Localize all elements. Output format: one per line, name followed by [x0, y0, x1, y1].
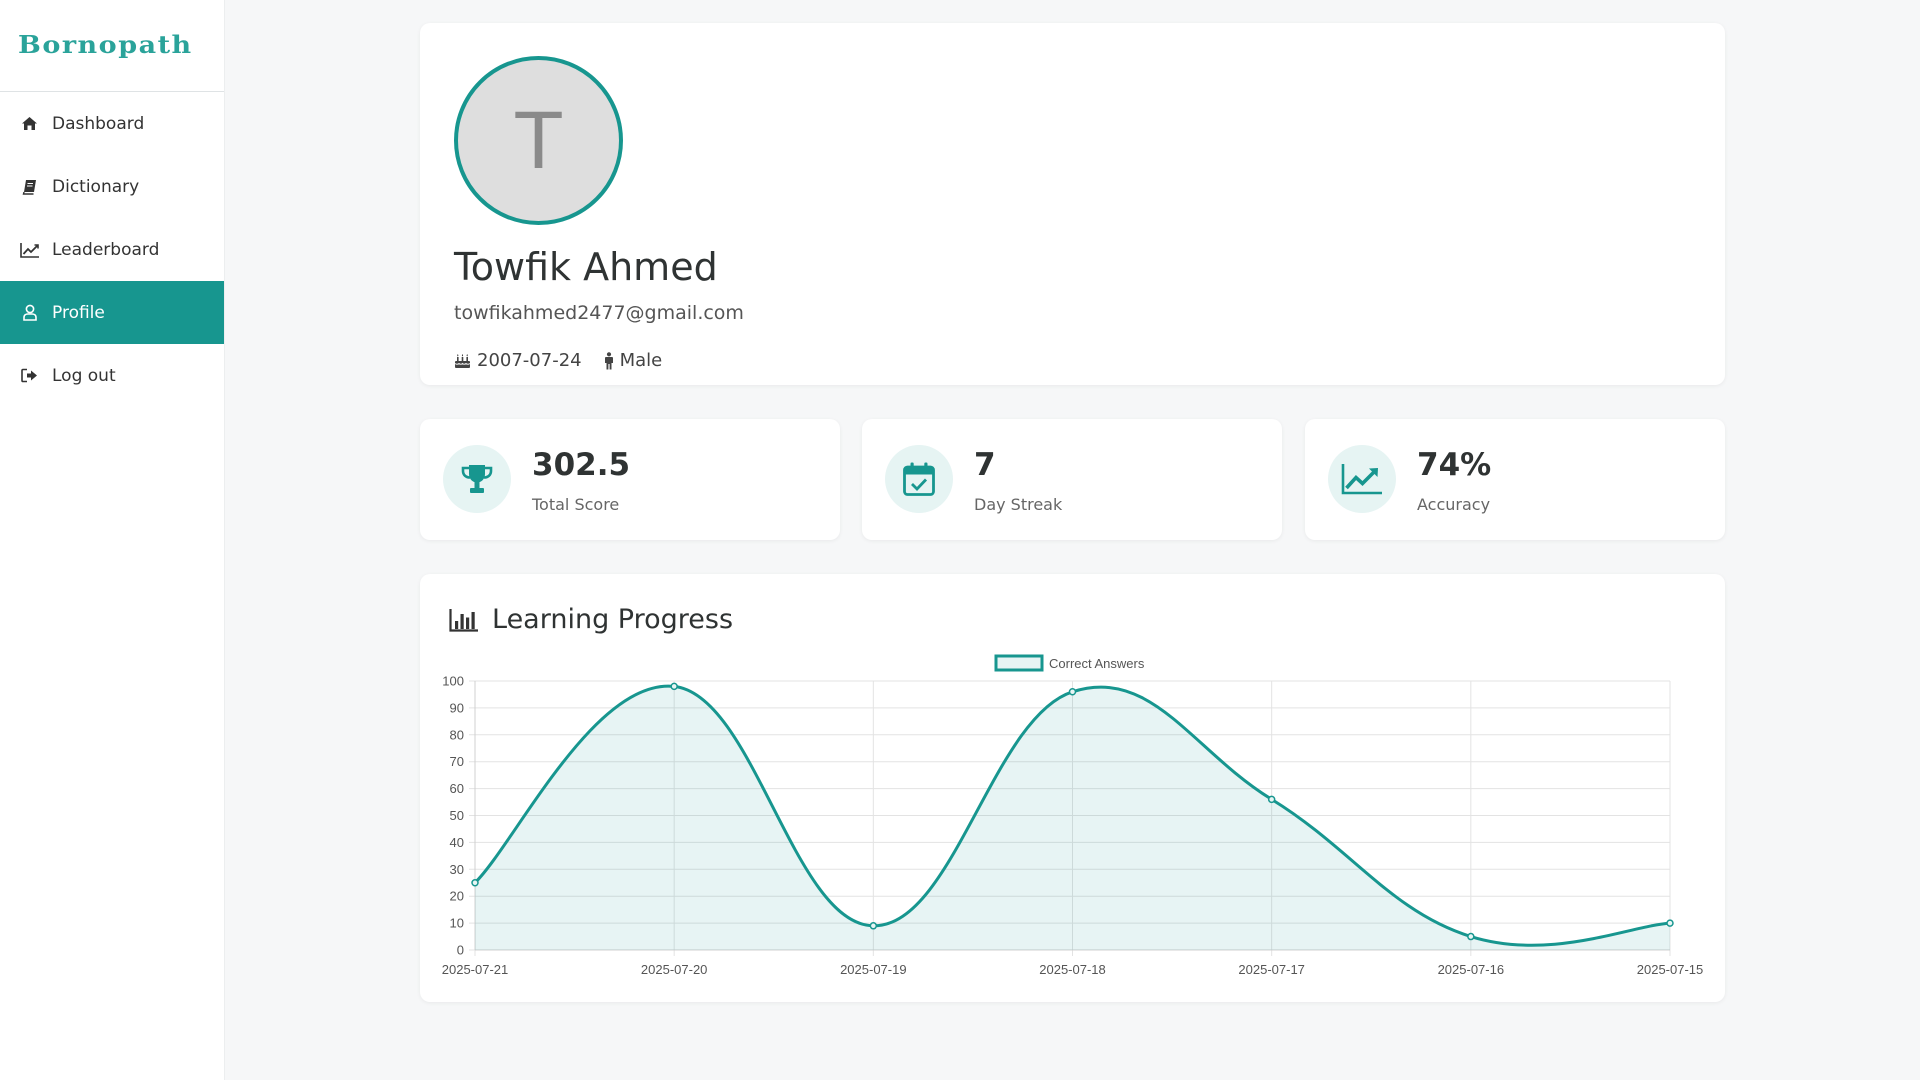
stat-label: Accuracy: [1417, 495, 1491, 514]
brand-name: Bornopath: [18, 31, 193, 60]
series-area-fill: [475, 686, 1670, 950]
x-tick-label: 2025-07-18: [1039, 962, 1106, 977]
sidebar-item-label: Dictionary: [52, 176, 140, 197]
profile-birthdate: 2007-07-24: [477, 350, 582, 371]
legend-label: Correct Answers: [1049, 656, 1145, 671]
profile-meta: 2007-07-24 Male: [454, 350, 662, 371]
stat-card-day-streak: 7 Day Streak: [862, 419, 1282, 540]
stat-label: Day Streak: [974, 495, 1063, 514]
book-icon: [19, 178, 40, 196]
y-tick-label: 10: [450, 916, 464, 931]
sidebar: Bornopath Dashboard Dictionary Leaderboa…: [0, 0, 225, 1080]
y-tick-label: 20: [450, 889, 464, 904]
stat-label: Total Score: [532, 495, 620, 514]
avatar-initial: T: [513, 94, 564, 186]
stat-card-total-score: 302.5 Total Score: [420, 419, 840, 540]
data-point: [1068, 688, 1077, 696]
x-tick-label: 2025-07-17: [1238, 962, 1305, 977]
stat-value: 302.5: [532, 447, 631, 483]
sidebar-item-dashboard[interactable]: Dashboard: [0, 92, 224, 155]
stat-card-accuracy: 74% Accuracy: [1305, 419, 1725, 540]
data-point: [1267, 795, 1276, 804]
sidebar-item-logout[interactable]: Log out: [0, 344, 224, 407]
x-tick-label: 2025-07-20: [641, 962, 708, 977]
logout-icon: [19, 367, 40, 385]
birthday-cake-icon: [454, 353, 471, 369]
legend-swatch: [994, 654, 1044, 672]
profile-email: towfikahmed2477@gmail.com: [454, 302, 744, 324]
data-point: [1467, 932, 1475, 941]
stat-value: 74%: [1417, 447, 1492, 483]
home-icon: [19, 115, 40, 133]
sidebar-item-label: Log out: [52, 365, 116, 386]
data-point: [471, 879, 479, 887]
chart-header: Learning Progress: [449, 604, 733, 635]
x-tick-label: 2025-07-15: [1637, 962, 1704, 977]
male-icon: [604, 351, 614, 370]
trophy-icon: [443, 445, 511, 513]
x-tick-label: 2025-07-21: [442, 962, 509, 977]
y-tick-label: 100: [442, 674, 464, 689]
line-chart-icon: [19, 241, 40, 259]
y-tick-label: 70: [450, 754, 464, 769]
y-tick-label: 80: [450, 727, 464, 742]
bar-chart-icon: [449, 608, 479, 632]
sidebar-nav: Dashboard Dictionary Leaderboard Profile…: [0, 92, 224, 407]
data-point: [869, 922, 878, 930]
y-tick-label: 0: [457, 943, 464, 958]
chart-title: Learning Progress: [492, 604, 734, 635]
y-tick-label: 60: [450, 781, 464, 796]
sidebar-item-profile[interactable]: Profile: [0, 281, 224, 344]
profile-name: Towfik Ahmed: [454, 245, 718, 289]
brand-logo[interactable]: Bornopath: [0, 0, 224, 92]
avatar: T: [454, 56, 623, 225]
sidebar-item-label: Leaderboard: [52, 239, 160, 260]
stat-value: 7: [974, 447, 996, 483]
y-tick-label: 90: [450, 700, 464, 715]
sidebar-item-dictionary[interactable]: Dictionary: [0, 155, 224, 218]
y-tick-label: 40: [450, 835, 464, 850]
trend-up-icon: [1328, 445, 1396, 513]
learning-progress-card: Learning Progress 0 10 20 30 40 50 60 70 80 90 100…: [420, 574, 1725, 1002]
y-tick-label: 30: [450, 862, 464, 877]
sidebar-item-leaderboard[interactable]: Leaderboard: [0, 218, 224, 281]
x-tick-label: 2025-07-16: [1438, 962, 1505, 977]
learning-progress-chart: 0 10 20 30 40 50 60 70 80 90 100 2025-07-21 2025-07-…: [442, 654, 1704, 977]
y-tick-label: 50: [450, 808, 464, 823]
calendar-check-icon: [885, 445, 953, 513]
x-tick-label: 2025-07-19: [840, 962, 907, 977]
data-point: [670, 682, 678, 691]
data-point: [1666, 919, 1674, 927]
profile-gender: Male: [619, 350, 663, 371]
profile-card: T Towfik Ahmed towfikahmed2477@gmail.com…: [420, 23, 1725, 385]
sidebar-item-label: Dashboard: [52, 113, 145, 134]
user-icon: [19, 304, 40, 322]
sidebar-item-label: Profile: [52, 302, 105, 323]
